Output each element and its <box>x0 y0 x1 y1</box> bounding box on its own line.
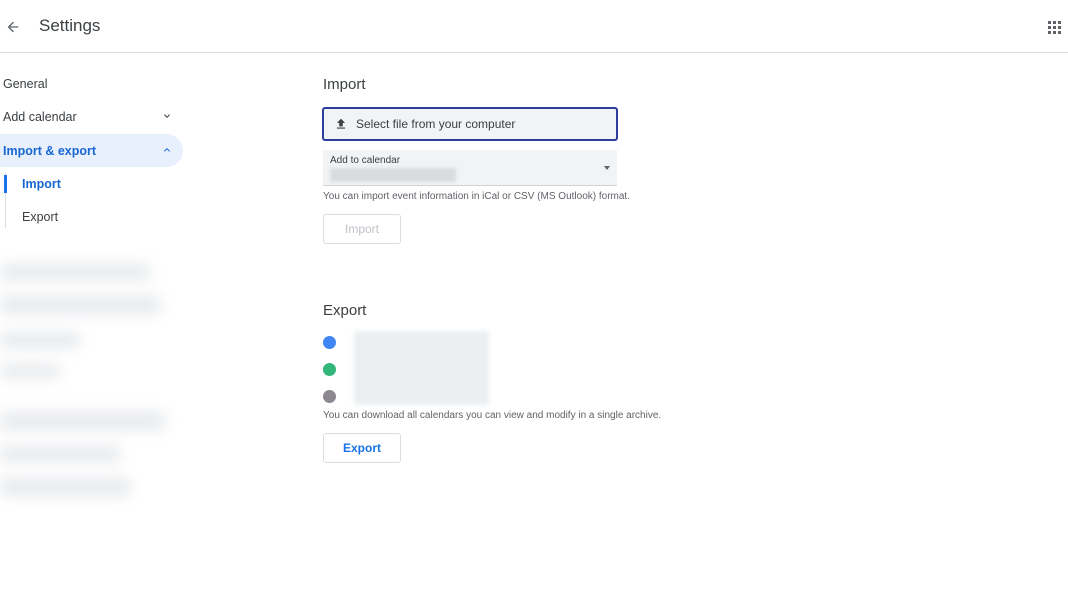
apps-button[interactable] <box>1042 16 1066 38</box>
top-app-bar: Settings <box>0 0 1068 53</box>
sidebar-subitem-import[interactable]: Import <box>0 167 183 200</box>
arrow-back-icon <box>7 21 19 33</box>
redacted-calendar-names <box>354 331 489 405</box>
select-file-label: Select file from your computer <box>356 117 516 131</box>
sidebar-item-label: Import & export <box>3 143 97 158</box>
redacted-calendar-list <box>0 246 185 526</box>
sidebar-subitem-label: Import <box>22 176 61 191</box>
sidebar-subitem-export[interactable]: Export <box>0 200 183 233</box>
sidebar-subitem-label: Export <box>22 209 59 224</box>
sidebar-item-add-calendar[interactable]: Add calendar <box>0 100 183 133</box>
back-button[interactable] <box>0 14 26 40</box>
sidebar-item-general[interactable]: General <box>0 67 183 100</box>
export-section-title: Export <box>323 302 367 319</box>
add-to-calendar-select[interactable]: Add to calendar <box>323 150 617 186</box>
export-hint-text: You can download all calendars you can v… <box>323 410 662 421</box>
selected-calendar-value <box>330 168 456 182</box>
select-file-button[interactable]: Select file from your computer <box>322 107 618 141</box>
calendar-color-dot[interactable] <box>323 363 336 376</box>
settings-sidebar: General Add calendar Import & export Imp… <box>0 53 200 601</box>
upload-icon <box>334 117 348 131</box>
sidebar-item-label: General <box>3 76 48 91</box>
add-to-calendar-label: Add to calendar <box>330 155 401 166</box>
calendar-color-dot[interactable] <box>323 336 336 349</box>
sidebar-item-import-export[interactable]: Import & export <box>0 134 183 167</box>
import-section-title: Import <box>323 76 366 93</box>
page-title: Settings <box>39 16 101 35</box>
sidebar-item-label: Add calendar <box>3 109 77 124</box>
chevron-down-icon <box>164 114 170 118</box>
dropdown-caret-icon <box>604 166 610 170</box>
apps-grid-icon <box>1047 20 1061 34</box>
import-hint-text: You can import event information in iCal… <box>323 191 630 202</box>
export-button[interactable]: Export <box>323 433 401 463</box>
chevron-up-icon <box>164 148 170 152</box>
calendar-color-dot[interactable] <box>323 390 336 403</box>
import-button[interactable]: Import <box>323 214 401 244</box>
